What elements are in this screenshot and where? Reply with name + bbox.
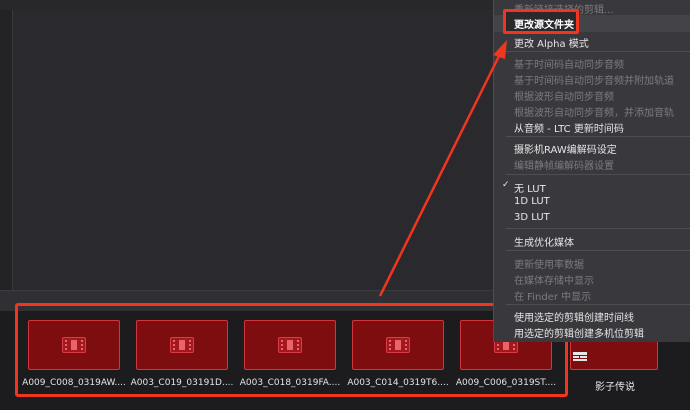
annotation-arrow — [378, 40, 507, 297]
